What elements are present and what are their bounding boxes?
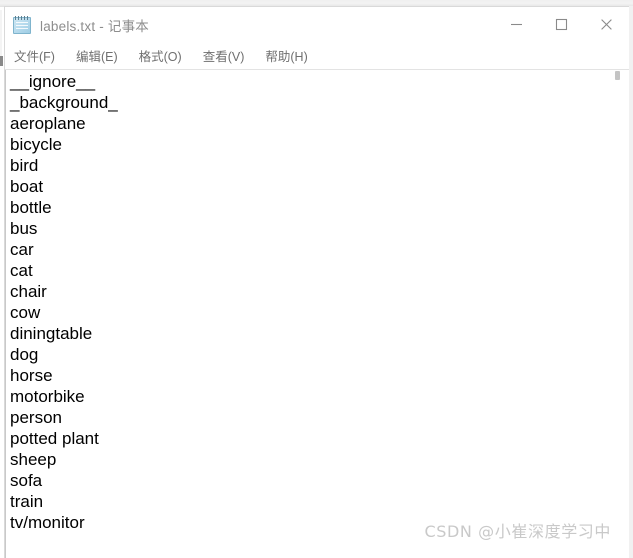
- close-button[interactable]: [584, 7, 629, 42]
- text-line: _background_: [10, 93, 118, 112]
- text-line: diningtable: [10, 324, 93, 343]
- menu-item-edit[interactable]: 编辑(E): [76, 46, 118, 65]
- text-line: boat: [10, 177, 44, 196]
- text-line: aeroplane: [10, 114, 86, 133]
- text-line: bus: [10, 219, 38, 238]
- text-line: bottle: [10, 198, 52, 217]
- left-edge-artifact: [0, 56, 3, 66]
- window-controls: [494, 7, 629, 42]
- notepad-icon: [13, 15, 32, 34]
- maximize-button[interactable]: [539, 7, 584, 42]
- menu-item-help[interactable]: 帮助(H): [265, 46, 307, 65]
- text-line: dog: [10, 345, 39, 364]
- left-edge-highlight: [0, 10, 2, 58]
- minimize-button[interactable]: [494, 7, 539, 42]
- window-title: labels.txt - 记事本: [40, 18, 149, 34]
- text-line: car: [10, 240, 34, 259]
- text-line: sofa: [10, 471, 43, 490]
- menu-item-view[interactable]: 查看(V): [203, 46, 245, 65]
- title-bar[interactable]: labels.txt - 记事本: [5, 7, 629, 42]
- menu-item-format[interactable]: 格式(O): [139, 46, 182, 65]
- text-line: sheep: [10, 450, 57, 469]
- text-area[interactable]: __ignore__ _background_ aeroplane bicycl…: [5, 70, 612, 558]
- text-line: horse: [10, 366, 53, 385]
- maximize-icon: [555, 18, 568, 31]
- text-line: chair: [10, 282, 47, 301]
- text-line: bicycle: [10, 135, 62, 154]
- text-line: tv/monitor: [10, 513, 85, 532]
- screen: labels.txt - 记事本 文件(F) 编辑(E) 格式(O) 查看(V)…: [0, 0, 633, 558]
- close-icon: [601, 19, 612, 30]
- menu-bar: 文件(F) 编辑(E) 格式(O) 查看(V) 帮助(H): [5, 42, 629, 69]
- editor-region: __ignore__ _background_ aeroplane bicycl…: [5, 69, 629, 558]
- notepad-window: labels.txt - 记事本 文件(F) 编辑(E) 格式(O) 查看(V)…: [4, 6, 629, 558]
- text-line: potted plant: [10, 429, 99, 448]
- text-line: __ignore__: [10, 72, 96, 91]
- menu-item-file[interactable]: 文件(F): [14, 46, 55, 65]
- text-line: cat: [10, 261, 33, 280]
- scrollbar-thumb[interactable]: [615, 71, 620, 80]
- vertical-scrollbar[interactable]: [612, 70, 629, 558]
- minimize-icon: [511, 23, 522, 26]
- text-line: bird: [10, 156, 39, 175]
- text-line: person: [10, 408, 62, 427]
- text-line: motorbike: [10, 387, 85, 406]
- text-line: cow: [10, 303, 41, 322]
- text-line: train: [10, 492, 44, 511]
